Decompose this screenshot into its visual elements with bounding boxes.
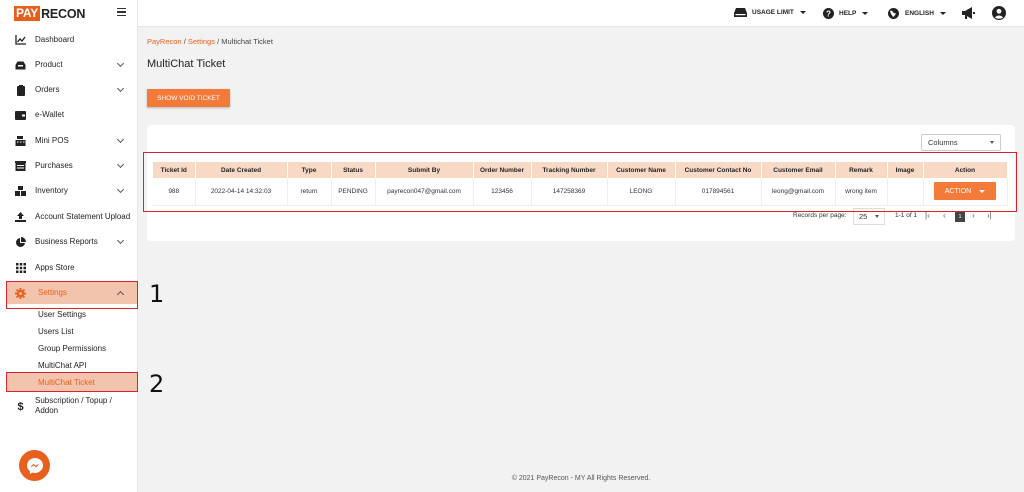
pagination-range: 1-1 of 1 <box>895 212 918 219</box>
messenger-button[interactable] <box>19 450 50 481</box>
boxes-icon <box>15 186 26 197</box>
sidebar-item-dashboard[interactable]: Dashboard <box>0 29 138 51</box>
warehouse-icon <box>15 161 26 172</box>
chevron-down-icon <box>116 59 125 68</box>
sidebar-item-subscription[interactable]: $ Subscription / Topup / Addon <box>0 394 138 420</box>
user-profile-button[interactable] <box>992 6 1006 20</box>
language-menu[interactable]: ENGLISH <box>888 8 946 19</box>
sidebar-item-apps-store[interactable]: Apps Store <box>0 257 138 279</box>
prev-page-icon[interactable]: ‹ <box>943 211 946 220</box>
chart-line-icon <box>15 35 26 46</box>
sidebar-subitem-user-settings[interactable]: User Settings <box>38 310 86 319</box>
hamburger-menu-icon[interactable] <box>117 8 126 16</box>
breadcrumb-settings[interactable]: Settings <box>188 37 215 46</box>
next-page-icon[interactable]: › <box>972 211 975 220</box>
sidebar-item-purchases[interactable]: Purchases <box>0 155 138 177</box>
sidebar-item-business-reports[interactable]: Business Reports <box>0 231 138 253</box>
clipboard-icon <box>15 84 26 96</box>
sidebar-subitem-multichat-api[interactable]: MultiChat API <box>38 361 86 370</box>
sidebar-item-label: Purchases <box>35 161 73 170</box>
upload-icon <box>15 212 26 223</box>
breadcrumb: PayRecon / Settings / Multichat Ticket <box>147 37 273 46</box>
records-per-page-label: Records per page: <box>793 212 847 219</box>
chevron-down-icon <box>116 236 125 245</box>
annotation-box-ticket-table <box>143 152 1017 212</box>
sidebar-item-ewallet[interactable]: e-Wallet <box>0 104 138 126</box>
cash-register-icon <box>15 136 26 147</box>
annotation-box-multichat-ticket <box>6 372 138 392</box>
columns-select[interactable]: Columns <box>921 134 1001 151</box>
sidebar-item-label: e-Wallet <box>35 110 65 119</box>
sidebar-item-label: Mini POS <box>35 136 69 145</box>
show-void-ticket-button[interactable]: SHOW VOID TICKET <box>147 89 230 107</box>
hdd-icon <box>734 8 747 17</box>
chevron-down-icon <box>116 160 125 169</box>
records-per-page-value: 25 <box>859 212 868 221</box>
sidebar-item-label: Product <box>35 60 63 69</box>
globe-icon <box>888 8 899 19</box>
sidebar-item-label: Apps Store <box>35 263 75 272</box>
sidebar-item-product[interactable]: Product <box>0 54 138 76</box>
page-title: MultiChat Ticket <box>147 58 226 70</box>
sidebar-subitem-group-permissions[interactable]: Group Permissions <box>38 344 106 353</box>
sidebar-item-label: Business Reports <box>35 237 98 246</box>
usage-limit-label: USAGE LIMIT <box>752 9 794 16</box>
caret-down-icon <box>862 12 869 15</box>
columns-select-label: Columns <box>928 138 958 147</box>
usage-limit-menu[interactable]: USAGE LIMIT <box>734 8 806 17</box>
box-icon <box>15 60 26 71</box>
question-circle-icon: ? <box>823 8 834 19</box>
messenger-icon <box>26 457 43 474</box>
annotation-number-1: 1 <box>149 280 165 308</box>
sidebar-item-mini-pos[interactable]: Mini POS <box>0 130 138 152</box>
grid-icon <box>15 263 26 274</box>
help-menu[interactable]: ? HELP <box>823 8 869 19</box>
user-circle-icon <box>992 6 1006 20</box>
sidebar-subitem-users-list[interactable]: Users List <box>38 327 74 336</box>
caret-down-icon <box>990 141 994 144</box>
chevron-down-icon <box>116 135 125 144</box>
sidebar-item-label: Account Statement Upload <box>35 212 131 221</box>
caret-down-icon <box>875 215 879 218</box>
pie-chart-icon <box>15 236 26 248</box>
footer-copyright: © 2021 PayRecon - MY All Rights Reserved… <box>511 475 651 482</box>
dollar-icon: $ <box>17 400 24 413</box>
sidebar-item-label: Dashboard <box>35 35 75 44</box>
last-page-icon[interactable]: ›| <box>987 211 992 220</box>
breadcrumb-home[interactable]: PayRecon <box>147 37 182 46</box>
help-label: HELP <box>839 10 857 17</box>
sidebar-item-label: Inventory <box>35 186 68 195</box>
caret-down-icon <box>799 11 806 14</box>
chevron-down-icon <box>116 84 125 93</box>
top-header: USAGE LIMIT ? HELP ENGLISH <box>138 0 1024 27</box>
annotation-box-settings <box>6 281 138 309</box>
language-label: ENGLISH <box>905 10 934 17</box>
sidebar-item-label: Subscription / Topup / Addon <box>35 396 112 415</box>
logo-recon: RECON <box>41 6 86 21</box>
caret-down-icon <box>939 12 946 15</box>
bullhorn-icon <box>962 7 975 19</box>
sidebar: PAY RECON Dashboard Product Orders e-Wal… <box>0 0 138 492</box>
wallet-icon <box>15 110 26 121</box>
chevron-down-icon <box>116 185 125 194</box>
svg-text:?: ? <box>826 9 831 18</box>
current-page-indicator[interactable]: 1 <box>955 212 965 222</box>
logo-pay: PAY <box>14 6 41 21</box>
annotation-number-2: 2 <box>149 370 165 398</box>
announcement-button[interactable] <box>962 7 975 19</box>
first-page-icon[interactable]: |‹ <box>925 211 930 220</box>
sidebar-item-inventory[interactable]: Inventory <box>0 180 138 202</box>
sidebar-item-label: Orders <box>35 85 60 94</box>
sidebar-item-account-statement-upload[interactable]: Account Statement Upload <box>0 206 138 228</box>
sidebar-item-orders[interactable]: Orders <box>0 79 138 101</box>
breadcrumb-current: Multichat Ticket <box>221 37 273 46</box>
